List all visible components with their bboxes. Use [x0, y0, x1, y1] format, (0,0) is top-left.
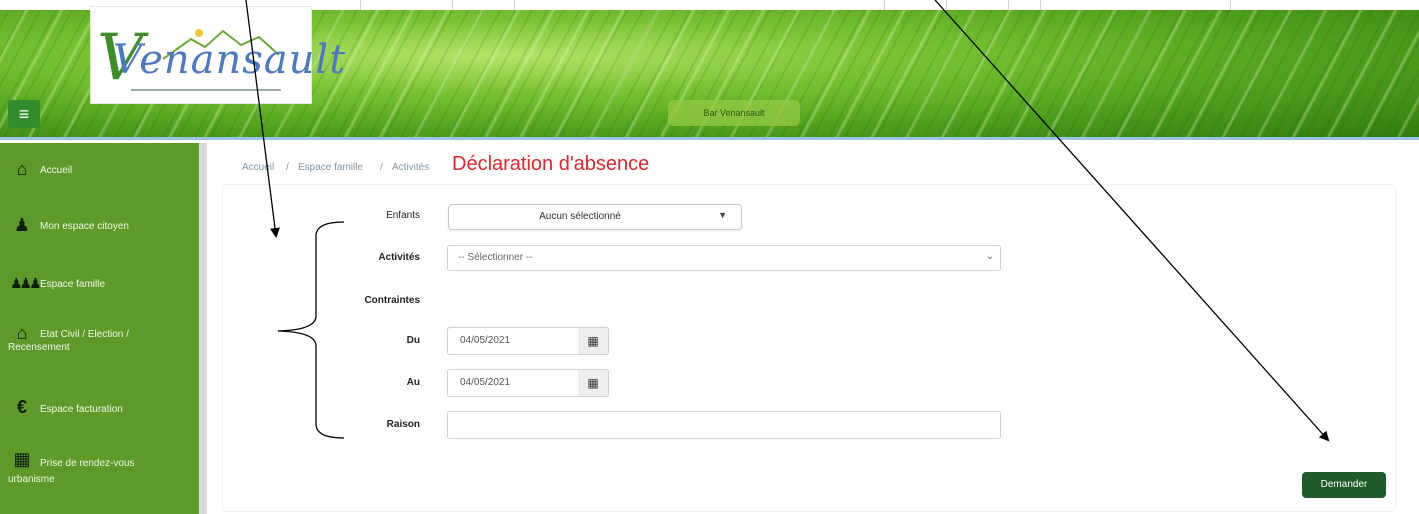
sidebar-item-rendez-vous[interactable]: ▦ Prise de rendez-vous urbanisme [0, 449, 199, 493]
sidebar-item-accueil[interactable]: ⌂ Accueil [0, 159, 199, 189]
calendar-icon: ▦ [587, 334, 599, 348]
chevron-down-icon: ⌄ [985, 251, 994, 262]
town-hall-icon: ⌂ [16, 323, 28, 343]
activites-select[interactable]: -- Sélectionner -- ⌄ [447, 245, 1001, 271]
family-icon: ♟♟♟ [10, 275, 42, 291]
sidebar-scrollbar[interactable] [199, 143, 207, 514]
au-date-input[interactable]: 04/05/2021 [447, 369, 579, 397]
site-logo[interactable]: V Venansault [90, 6, 345, 104]
menu-toggle-button[interactable]: ≡ [8, 100, 40, 128]
logo-tagline [131, 89, 281, 91]
person-icon: ♟ [13, 215, 31, 235]
home-icon: ⌂ [16, 159, 28, 179]
du-calendar-button[interactable]: ▦ [578, 327, 609, 355]
sidebar: ⌂ Accueil ♟ Mon espace citoyen ♟♟♟ Espac… [0, 143, 199, 514]
page-title: Déclaration d'absence [452, 153, 650, 175]
sidebar-item-etat-civil[interactable]: ⌂ Etat Civil / Election / Recensement [0, 321, 199, 361]
enfants-dropdown-value: Aucun sélectionné [539, 211, 621, 222]
enfants-label: Enfants [386, 210, 420, 221]
breadcrumb-espace-famille[interactable]: Espace famille [298, 162, 363, 173]
calendar-icon: ▦ [587, 376, 599, 390]
breadcrumb-separator: / [286, 162, 289, 173]
demander-button[interactable]: Demander [1302, 472, 1386, 498]
form-panel [222, 184, 1396, 512]
breadcrumb-activites[interactable]: Activités [392, 162, 429, 173]
au-calendar-button[interactable]: ▦ [578, 369, 609, 397]
au-date-value: 04/05/2021 [460, 377, 511, 388]
activites-label: Activités [378, 252, 420, 263]
du-date-input[interactable]: 04/05/2021 [447, 327, 579, 355]
hamburger-icon: ≡ [18, 104, 30, 124]
du-date-value: 04/05/2021 [460, 335, 511, 346]
enfants-dropdown[interactable]: Aucun sélectionné ▼ [448, 204, 742, 230]
raison-input[interactable] [447, 411, 1001, 439]
sidebar-item-espace-famille[interactable]: ♟♟♟ Espace famille [0, 271, 199, 301]
logo-text: Venansault [113, 37, 347, 83]
au-label: Au [406, 377, 420, 388]
breadcrumb-separator: / [380, 162, 383, 173]
sidebar-item-facturation[interactable]: € Espace facturation [0, 397, 199, 427]
header-banner: V Venansault ≡ Bar Venansault [0, 0, 1419, 140]
contraintes-label: Contraintes [364, 295, 420, 306]
raison-label: Raison [386, 419, 420, 430]
du-label: Du [406, 335, 420, 346]
sidebar-item-espace-citoyen[interactable]: ♟ Mon espace citoyen [0, 213, 199, 243]
calendar-icon: ▦ [13, 449, 31, 469]
euro-icon: € [16, 397, 27, 417]
header-pill: Bar Venansault [668, 100, 800, 126]
activites-select-value: -- Sélectionner -- [458, 252, 533, 263]
caret-down-icon: ▼ [718, 210, 727, 220]
breadcrumb-accueil[interactable]: Accueil [242, 162, 274, 173]
